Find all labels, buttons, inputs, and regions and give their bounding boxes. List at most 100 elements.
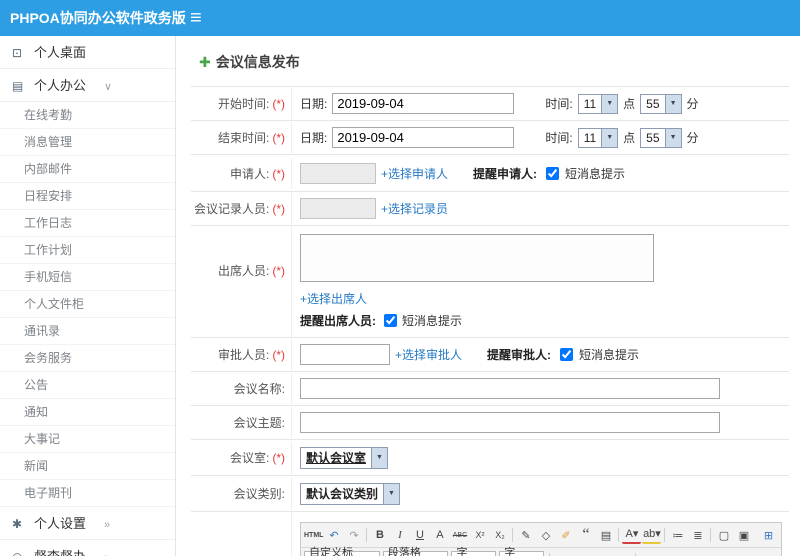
page-break-button[interactable]: ▢ xyxy=(714,526,733,545)
form-row-start-time: 开始时间:(*) 日期: 时间: 11▼ 点 55▼ 分 xyxy=(191,87,789,121)
start-hour-select[interactable]: 11 ▼ xyxy=(577,93,619,114)
font-color-button[interactable]: A▾ xyxy=(622,527,642,544)
pick-recorder-link[interactable]: +选择记录员 xyxy=(381,200,448,217)
start-minute-select[interactable]: 55 ▼ xyxy=(640,93,682,114)
chevron-down-icon: ▼ xyxy=(664,128,681,147)
sidebar-item-meeting-service[interactable]: 会务服务 xyxy=(0,345,175,372)
form-row-meeting-room: 会议室: (*) 默认会议室 ▼ xyxy=(191,440,789,476)
approver-input[interactable] xyxy=(300,344,390,365)
ordered-list-button[interactable]: ≔ xyxy=(668,526,687,545)
font-size-select[interactable]: 字号▼ xyxy=(499,547,545,556)
sidebar-item-notice[interactable]: 通知 xyxy=(0,399,175,426)
underline-button[interactable]: U xyxy=(410,526,429,545)
hour-unit-label: 点 xyxy=(623,97,636,111)
sidebar-item-news[interactable]: 新闻 xyxy=(0,453,175,480)
pick-attendee-link[interactable]: +选择出席人 xyxy=(300,290,367,307)
fullscreen-button[interactable]: ⊞ xyxy=(759,526,778,545)
form-row-applicant: 申请人: (*) +选择申请人 提醒申请人: 短消息提示 xyxy=(191,155,789,192)
attendees-textarea[interactable] xyxy=(300,234,654,282)
sidebar-item-memorabilia[interactable]: 大事记 xyxy=(0,426,175,453)
meeting-room-label: 会议室: xyxy=(229,451,270,465)
strikethrough-button[interactable]: ABC xyxy=(450,526,469,545)
end-date-input[interactable] xyxy=(332,127,515,148)
required-mark: (*) xyxy=(272,131,285,145)
italic-button[interactable]: I xyxy=(390,526,409,545)
emoticons-button[interactable]: ☺ xyxy=(719,551,738,556)
end-minute-select[interactable]: 55 ▼ xyxy=(640,127,682,148)
sidebar-item-internal-mail[interactable]: 内部邮件 xyxy=(0,156,175,183)
superscript-button[interactable]: X² xyxy=(470,526,489,545)
unordered-list-button[interactable]: ≣ xyxy=(688,526,707,545)
sidebar-item-file-cabinet[interactable]: 个人文件柜 xyxy=(0,291,175,318)
pick-approver-link[interactable]: +选择审批人 xyxy=(395,346,462,363)
paragraph-format-select[interactable]: 段落格式▼ xyxy=(382,547,449,556)
chevron-down-icon: ▼ xyxy=(371,447,388,468)
required-mark: (*) xyxy=(272,166,285,181)
sms-label: 短消息提示 xyxy=(565,166,626,181)
remove-link-button[interactable]: ⊘ xyxy=(659,551,678,556)
print-preview-button[interactable]: ▣ xyxy=(734,526,753,545)
chevron-down-icon: ▼ xyxy=(383,483,400,504)
custom-title-select[interactable]: 自定义标题▼ xyxy=(304,547,380,556)
sidebar-item-office[interactable]: ▤ 个人办公 ∨ xyxy=(0,69,175,102)
required-mark: (*) xyxy=(272,97,285,111)
align-justify-icon[interactable] xyxy=(613,551,632,556)
sidebar: ⊡ 个人桌面 ▤ 个人办公 ∨ 在线考勤 消息管理 内部邮件 日程安排 工作日志 工作… xyxy=(0,36,176,556)
sms-remind-applicant-checkbox[interactable] xyxy=(546,166,560,180)
topbar: PHPOA协同办公软件政务版 ≡ xyxy=(0,0,800,36)
align-right-icon[interactable] xyxy=(593,551,612,556)
sidebar-item-supervise[interactable]: ◎ 督查督办 » xyxy=(0,540,175,556)
align-left-icon[interactable] xyxy=(553,551,572,556)
end-hour-select[interactable]: 11 ▼ xyxy=(577,127,619,148)
meeting-name-input[interactable] xyxy=(300,378,720,399)
briefcase-icon: ▤ xyxy=(12,79,24,93)
sidebar-item-announcement[interactable]: 公告 xyxy=(0,372,175,399)
meeting-room-select[interactable]: 默认会议室 ▼ xyxy=(300,446,389,469)
sms-remind-attendees-checkbox[interactable] xyxy=(384,314,397,327)
sidebar-supervise-label: 督查督办 xyxy=(34,549,86,556)
sidebar-item-messages[interactable]: 消息管理 xyxy=(0,129,175,156)
highlight-pen-button[interactable]: ✐ xyxy=(556,526,575,545)
undo-button[interactable]: ↶ xyxy=(324,526,343,545)
sidebar-item-e-journal[interactable]: 电子期刊 xyxy=(0,480,175,507)
date-label: 日期: xyxy=(300,131,328,145)
insert-media-button[interactable]: ▶ xyxy=(699,551,718,556)
sidebar-item-schedule[interactable]: 日程安排 xyxy=(0,183,175,210)
applicant-input[interactable] xyxy=(300,162,376,184)
sidebar-item-contacts[interactable]: 通讯录 xyxy=(0,318,175,345)
font-family-select[interactable]: 字体▼ xyxy=(451,547,497,556)
redo-button[interactable]: ↷ xyxy=(344,526,363,545)
recorder-label: 会议记录人员: xyxy=(193,202,270,216)
sidebar-item-settings[interactable]: ✱ 个人设置 » xyxy=(0,507,175,540)
sms-remind-approver-checkbox[interactable] xyxy=(560,348,574,361)
sidebar-item-desktop[interactable]: ⊡ 个人桌面 xyxy=(0,36,175,69)
time-label: 时间: xyxy=(545,131,573,145)
blockquote-button[interactable]: “ xyxy=(576,526,595,545)
sidebar-item-sms[interactable]: 手机短信 xyxy=(0,264,175,291)
highlight-color-button[interactable]: ab▾ xyxy=(642,527,662,544)
insert-table-button[interactable]: ⊞ xyxy=(739,551,758,556)
eraser-button[interactable]: ◇ xyxy=(536,526,555,545)
insert-image-button[interactable]: ▦ xyxy=(679,551,698,556)
paste-button[interactable]: ▤ xyxy=(596,526,615,545)
remove-format-button[interactable]: A xyxy=(430,526,449,545)
bold-button[interactable]: B xyxy=(370,526,389,545)
sidebar-item-attendance[interactable]: 在线考勤 xyxy=(0,102,175,129)
recorder-input[interactable] xyxy=(300,198,376,219)
applicant-label: 申请人: xyxy=(229,166,270,181)
subscript-button[interactable]: X₂ xyxy=(490,526,509,545)
pick-applicant-link[interactable]: +选择申请人 xyxy=(381,165,448,182)
meeting-category-select[interactable]: 默认会议类别 ▼ xyxy=(300,482,401,505)
format-painter-button[interactable]: ✎ xyxy=(516,526,535,545)
insert-link-button[interactable]: ∞ xyxy=(639,551,658,556)
align-center-icon[interactable] xyxy=(573,551,592,556)
start-date-input[interactable] xyxy=(332,93,515,114)
menu-toggle-icon[interactable]: ≡ xyxy=(190,0,202,36)
required-mark: (*) xyxy=(272,451,285,465)
sidebar-item-work-plan[interactable]: 工作计划 xyxy=(0,237,175,264)
html-source-button[interactable]: HTML xyxy=(304,526,323,545)
sidebar-item-work-log[interactable]: 工作日志 xyxy=(0,210,175,237)
meeting-subject-input[interactable] xyxy=(300,412,720,433)
attendees-label: 出席人员: xyxy=(217,264,270,278)
code-block-button[interactable]: ▩ xyxy=(759,551,778,556)
